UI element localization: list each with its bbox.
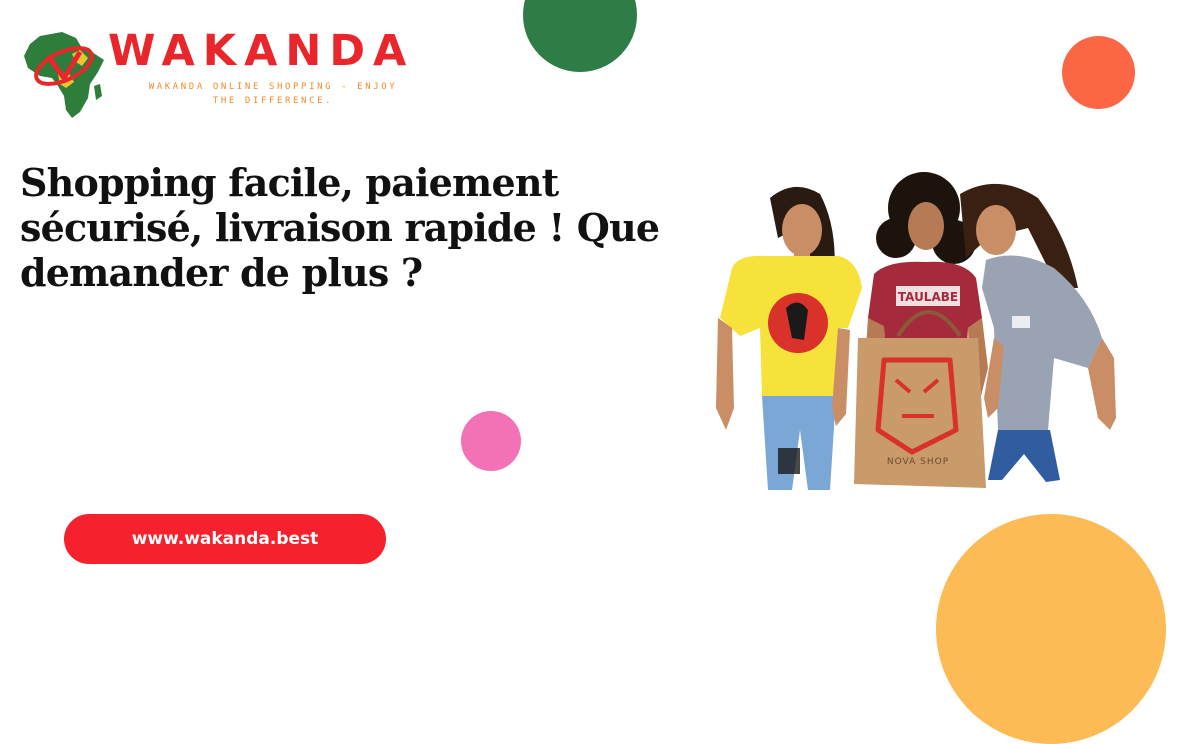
bag-text: NOVA SHOP — [887, 457, 949, 467]
brand-tagline-line-2: THE DIFFERENCE. — [212, 96, 334, 106]
woman-left — [716, 186, 862, 490]
website-button[interactable]: www.wakanda.best — [64, 514, 386, 564]
shopping-bag: NOVA SHOP — [854, 310, 986, 488]
brand-tagline-line-1: WAKANDA ONLINE SHOPPING - ENJOY — [148, 82, 398, 92]
decorative-circle-pink — [461, 411, 521, 471]
headline: Shopping facile, paiement sécurisé, livr… — [20, 160, 660, 295]
decorative-circle-yellow — [936, 514, 1166, 744]
decorative-circle-orange — [1062, 36, 1135, 109]
women-shopping-photo: TAULABE NOVA SHOP — [716, 172, 1116, 490]
brand-tagline: WAKANDA ONLINE SHOPPING - ENJOY THE DIFF… — [113, 80, 433, 108]
decorative-circle-green — [523, 0, 637, 72]
africa-map-icon — [24, 32, 104, 118]
brand-logo: WAKANDA WAKANDA ONLINE SHOPPING - ENJOY … — [18, 26, 428, 122]
middle-shirt-text: TAULABE — [898, 290, 958, 304]
brand-name: WAKANDA — [108, 26, 415, 76]
